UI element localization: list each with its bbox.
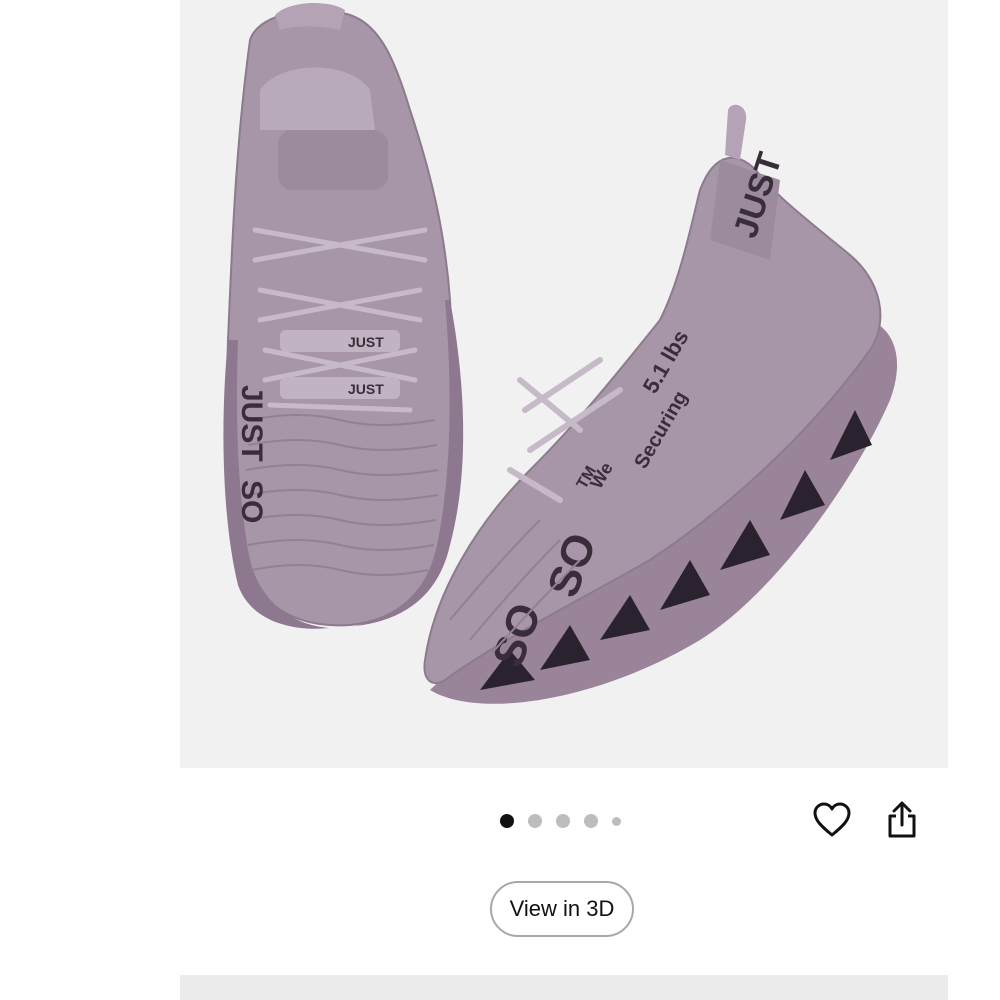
left-shoe: JUST JUST JUST SO (223, 3, 464, 629)
tab-just-text: JUST (348, 334, 384, 350)
side-so-text: SO (235, 480, 268, 523)
tab-just-text-2: JUST (348, 381, 384, 397)
carousel-dot-1[interactable] (500, 814, 514, 828)
carousel-dot-2[interactable] (528, 814, 542, 828)
view-in-3d-button[interactable]: View in 3D (490, 881, 634, 937)
product-page: JUST JUST JUST SO JUST SO SO 5.1 lbs Sec… (0, 0, 1000, 1000)
favorite-button[interactable] (810, 798, 854, 842)
carousel-dot-5[interactable] (612, 816, 621, 826)
right-shoe: JUST SO SO 5.1 lbs Securing We TM (423, 104, 898, 704)
carousel-dot-4[interactable] (584, 814, 598, 828)
sneaker-illustration: JUST JUST JUST SO JUST SO SO 5.1 lbs Sec… (223, 3, 898, 704)
side-just-text: JUST (235, 385, 268, 462)
image-carousel-dots (500, 812, 621, 830)
share-button[interactable] (880, 798, 924, 842)
section-divider (180, 975, 948, 1000)
carousel-dot-3[interactable] (556, 814, 570, 828)
product-image[interactable]: JUST JUST JUST SO JUST SO SO 5.1 lbs Sec… (180, 0, 948, 768)
heart-icon (813, 802, 851, 837)
share-icon (888, 801, 916, 838)
